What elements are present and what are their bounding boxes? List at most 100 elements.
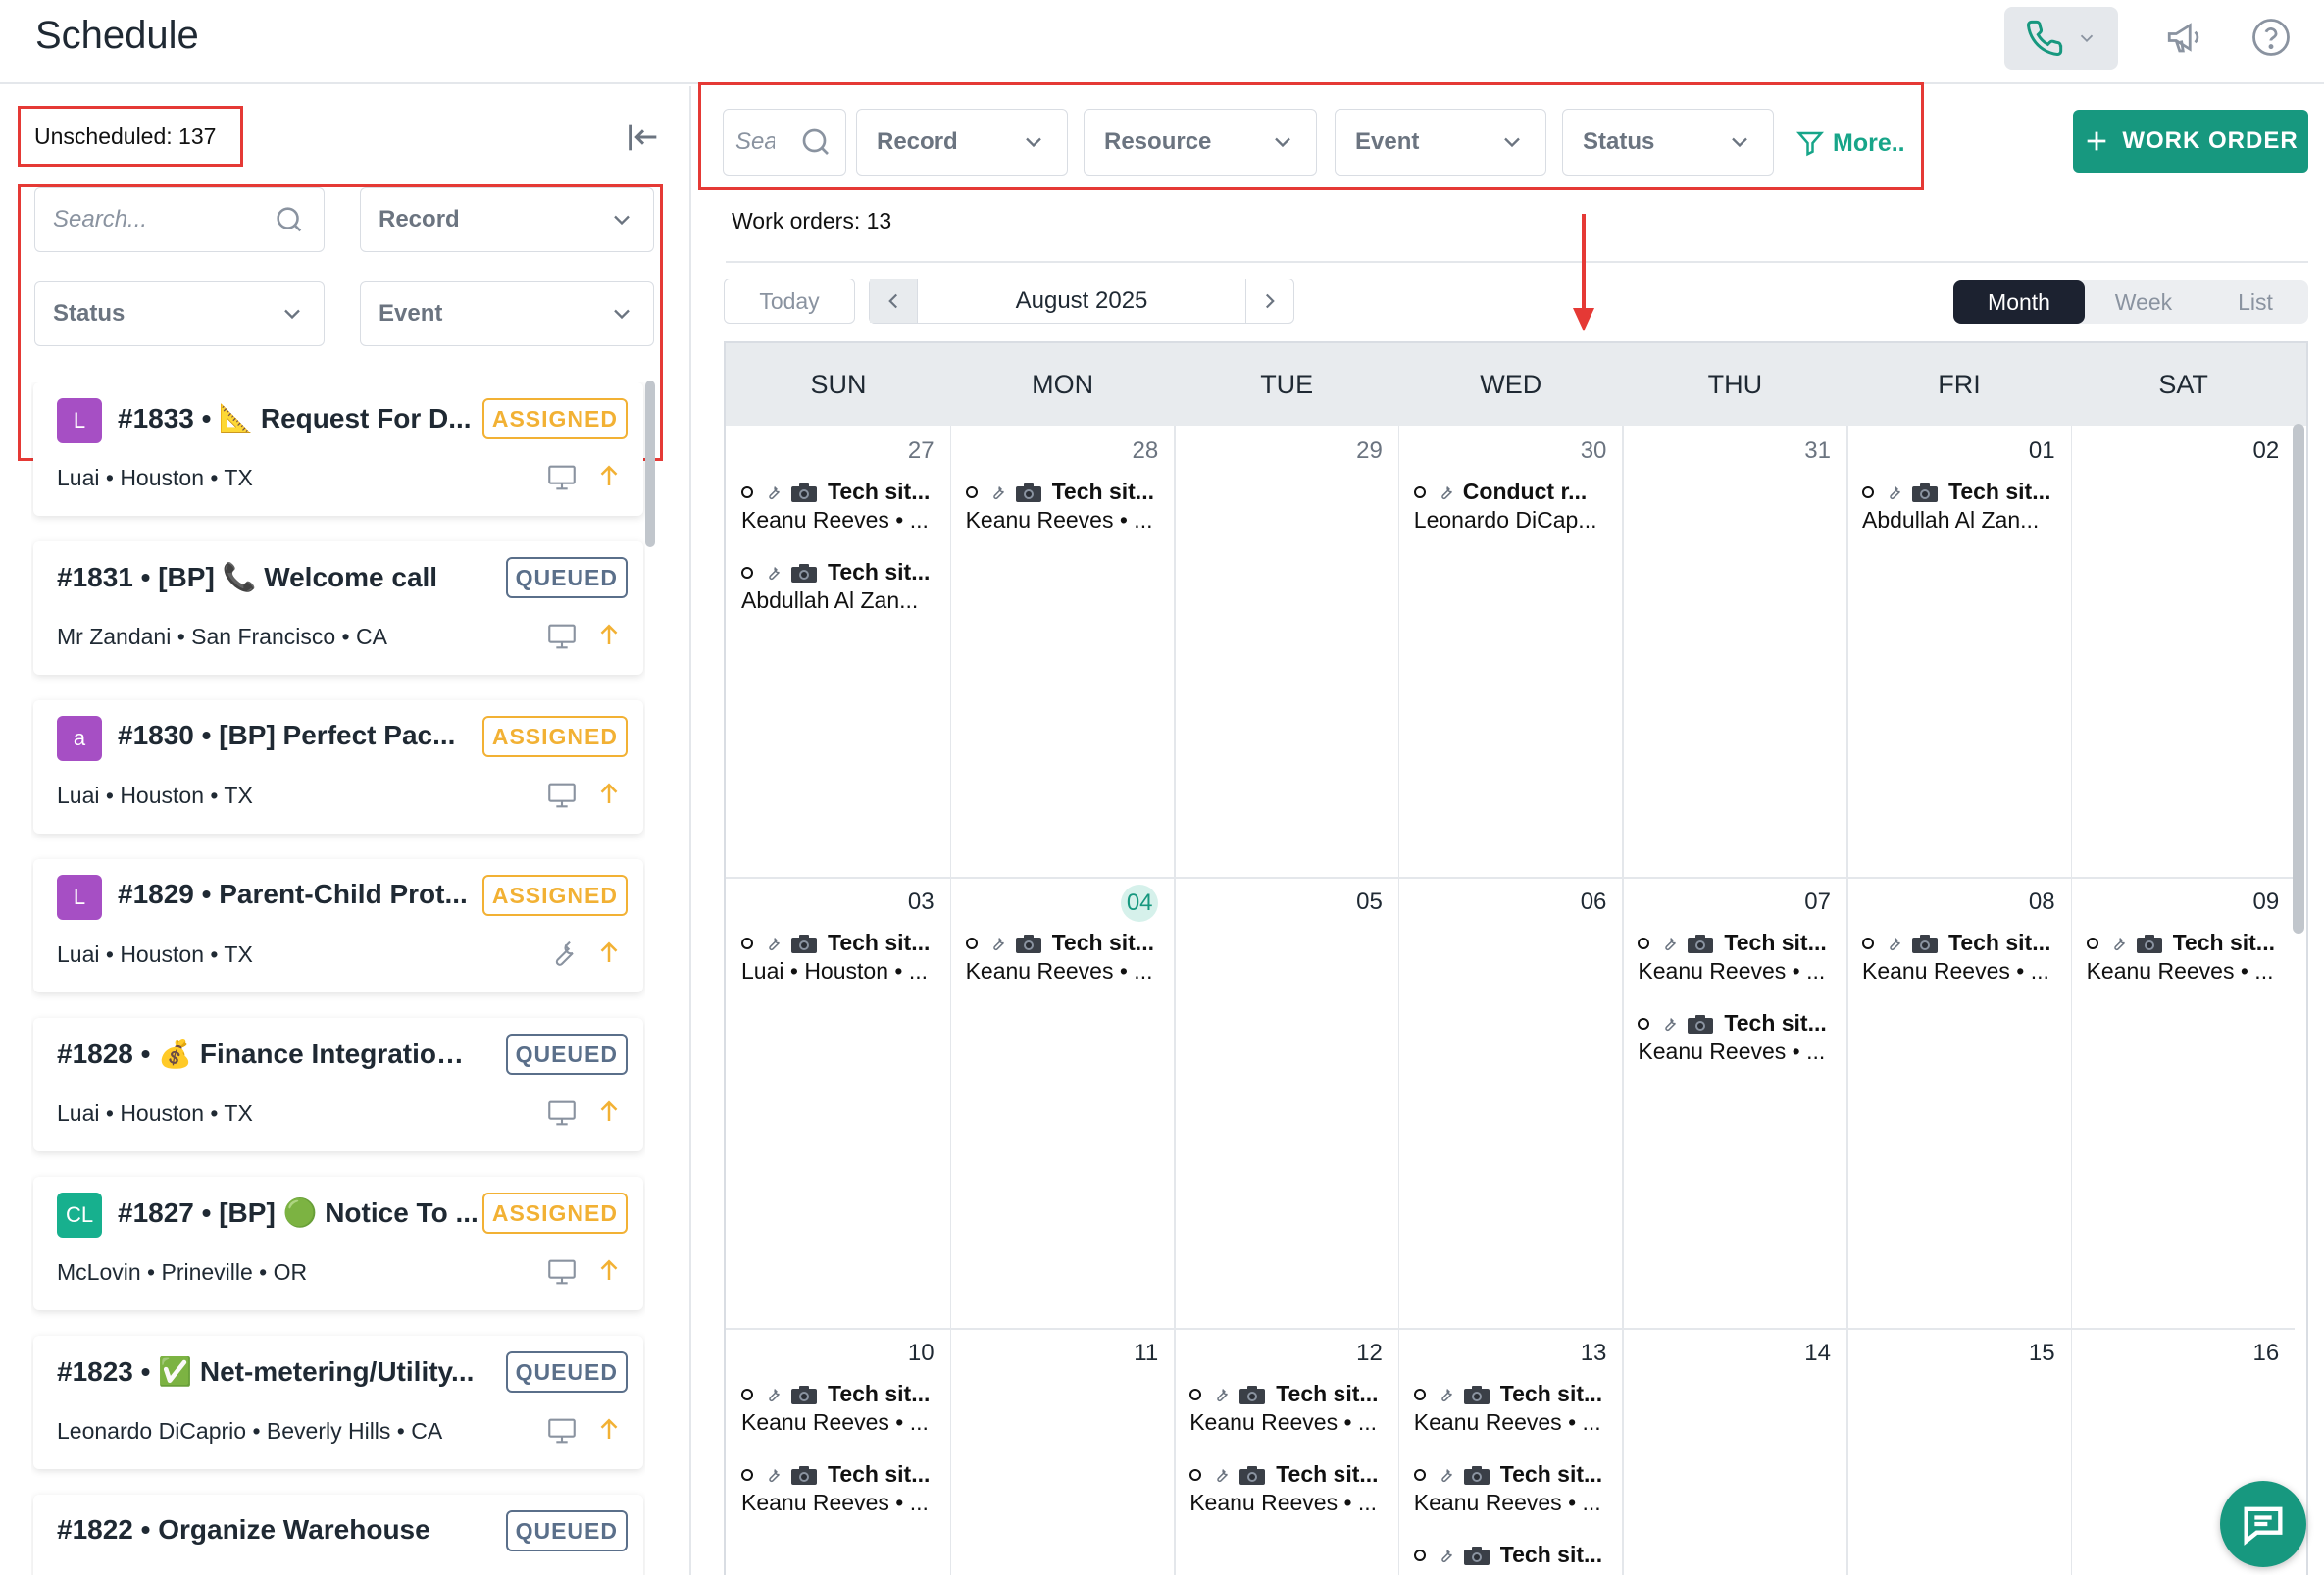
left-search-input[interactable]: Search...: [34, 187, 325, 252]
calendar-event[interactable]: Tech sit... Keanu Reeves • ...: [965, 479, 1172, 533]
status-badge: ASSIGNED: [481, 716, 628, 757]
calendar-event[interactable]: Tech sit... Keanu Reeves • ...: [1638, 1010, 1844, 1065]
next-month-button[interactable]: [1246, 279, 1293, 323]
day-number[interactable]: 03: [876, 889, 935, 916]
month-calendar: SUN MON TUE WED THU FRI SAT 27 Tech sit... Keanu…: [724, 341, 2308, 1575]
main-record-filter[interactable]: Record: [856, 109, 1068, 176]
view-list-tab[interactable]: List: [2202, 280, 2308, 324]
day-number[interactable]: 28: [1099, 437, 1158, 465]
left-status-filter[interactable]: Status: [34, 281, 325, 346]
work-order-card[interactable]: #1823 • ✅ Net-metering/Utility... QUEUED L…: [33, 1336, 643, 1469]
calendar-event[interactable]: Tech sit... Keanu Reeves • ...: [1862, 930, 2068, 985]
view-month-tab[interactable]: Month: [1953, 280, 2085, 324]
previous-month-button[interactable]: [870, 279, 917, 323]
calendar-event[interactable]: Tech sit... Keanu Reeves • ...: [741, 479, 947, 533]
wrench-icon: [763, 934, 786, 953]
day-number[interactable]: 27: [876, 437, 935, 465]
avatar: L: [57, 398, 102, 443]
event-title: Tech sit...: [1948, 930, 2051, 955]
camera-icon: [790, 933, 824, 954]
column-divider: [1622, 426, 1624, 1575]
day-number[interactable]: 02: [2220, 437, 2279, 465]
event-title: Tech sit...: [1051, 930, 1154, 955]
collapse-panel-icon[interactable]: [624, 118, 663, 157]
calendar-event[interactable]: Tech sit... Keanu Reeves • ...: [2086, 930, 2293, 985]
day-number[interactable]: 11: [1099, 1340, 1158, 1367]
work-order-card[interactable]: L #1829 • Parent-Child Prot... ASSIGNED Lua…: [33, 859, 643, 992]
left-event-label: Event: [379, 300, 443, 327]
day-number[interactable]: 14: [1772, 1340, 1831, 1367]
chevron-down-icon: [1275, 137, 1290, 148]
today-button[interactable]: Today: [724, 279, 855, 324]
left-event-filter[interactable]: Event: [360, 281, 654, 346]
wrench-icon: [1436, 1546, 1459, 1565]
work-order-card[interactable]: #1822 • Organize WarehouseQUEUEDLeonardo…: [33, 1495, 643, 1575]
day-number[interactable]: 15: [1996, 1340, 2055, 1367]
event-title: Tech sit...: [1499, 1542, 1603, 1567]
left-search-placeholder: Search...: [53, 206, 148, 232]
work-order-card[interactable]: #1828 • 💰 Finance Integration ... QUEUED L…: [33, 1018, 643, 1151]
main-search-input[interactable]: Search: [723, 109, 846, 176]
calendar-event[interactable]: Tech sit... Abdullah Al Zan...: [1862, 479, 2068, 533]
main-resource-filter[interactable]: Resource: [1084, 109, 1317, 176]
calendar-event[interactable]: Tech sit... Keanu Reeves • ...: [1189, 1381, 1395, 1436]
calendar-event[interactable]: Conduct r... Leonardo DiCap...: [1413, 479, 1620, 533]
chat-support-button[interactable]: [2220, 1481, 2306, 1567]
calendar-event[interactable]: Tech sit... Keanu Reeves • ...: [965, 930, 1172, 985]
main-status-label: Status: [1583, 128, 1655, 155]
camera-icon: [1687, 933, 1720, 954]
list-scrollbar[interactable]: [645, 381, 655, 547]
day-number[interactable]: 10: [876, 1340, 935, 1367]
phone-menu-button[interactable]: [2004, 7, 2118, 70]
day-number[interactable]: 01: [1996, 437, 2055, 465]
work-order-card[interactable]: L #1833 • 📐 Request For D... ASSIGNED Luai …: [33, 382, 643, 516]
work-order-card[interactable]: #1831 • [BP] 📞 Welcome call QUEUED Mr Zand…: [33, 541, 643, 675]
work-order-location: Leonardo DiCaprio • Beverly Hills • CA: [57, 1418, 443, 1444]
monitor-icon: [545, 1255, 579, 1289]
search-icon: [277, 207, 302, 232]
day-number[interactable]: 13: [1547, 1340, 1607, 1367]
calendar-event[interactable]: Tech sit... Luai • Houston • ...: [741, 930, 947, 985]
camera-icon: [790, 1384, 824, 1405]
wrench-icon: [763, 1465, 786, 1485]
day-number[interactable]: 30: [1547, 437, 1607, 465]
day-number[interactable]: 06: [1547, 889, 1607, 916]
work-order-list: L #1833 • 📐 Request For D... ASSIGNED Luai …: [31, 382, 645, 1575]
day-number[interactable]: 12: [1324, 1340, 1383, 1367]
work-order-location: Luai • Houston • TX: [57, 1100, 253, 1126]
main-status-filter[interactable]: Status: [1562, 109, 1774, 176]
left-record-filter[interactable]: Record: [360, 187, 654, 252]
work-order-card[interactable]: CL #1827 • [BP] 🟢 Notice To ... ASSIGNED Mc…: [33, 1177, 643, 1310]
calendar-event[interactable]: Tech sit... Keanu Reeves • ...: [1189, 1461, 1395, 1516]
annotation-arrow-icon: [1573, 214, 1594, 331]
megaphone-icon[interactable]: [2161, 14, 2208, 61]
wrench-icon: [763, 483, 786, 502]
day-number[interactable]: 04: [1121, 885, 1159, 922]
calendar-event[interactable]: Tech sit... Keanu Reeves • ...: [741, 1381, 947, 1436]
calendar-event[interactable]: Tech sit...: [1413, 1542, 1620, 1570]
calendar-event[interactable]: Tech sit... Keanu Reeves • ...: [1638, 930, 1844, 985]
calendar-event[interactable]: Tech sit... Abdullah Al Zan...: [741, 559, 947, 614]
day-number[interactable]: 07: [1772, 889, 1831, 916]
event-assignee: Keanu Reeves • ...: [1413, 1490, 1601, 1515]
day-number[interactable]: 29: [1324, 437, 1383, 465]
add-work-order-button[interactable]: WORK ORDER: [2073, 110, 2308, 173]
calendar-scrollbar[interactable]: [2293, 424, 2304, 934]
main-event-filter[interactable]: Event: [1335, 109, 1546, 176]
day-number[interactable]: 16: [2220, 1340, 2279, 1367]
event-title: Tech sit...: [1051, 479, 1154, 504]
day-number[interactable]: 31: [1772, 437, 1831, 465]
day-number[interactable]: 09: [2220, 889, 2279, 916]
calendar-event[interactable]: Tech sit... Keanu Reeves • ...: [741, 1461, 947, 1516]
event-title: Tech sit...: [1276, 1461, 1379, 1487]
help-icon[interactable]: [2248, 14, 2295, 61]
calendar-event[interactable]: Tech sit... Keanu Reeves • ...: [1413, 1381, 1620, 1436]
view-week-tab[interactable]: Week: [2085, 280, 2202, 324]
work-order-card[interactable]: a #1830 • [BP] Perfect Pac... ASSIGNED Luai…: [33, 700, 643, 834]
day-number[interactable]: 05: [1324, 889, 1383, 916]
add-work-order-label: WORK ORDER: [2122, 127, 2299, 154]
day-number[interactable]: 08: [1996, 889, 2055, 916]
weekday-label: FRI: [1938, 369, 1981, 399]
more-filters-link[interactable]: More..: [1795, 128, 1905, 158]
calendar-event[interactable]: Tech sit... Keanu Reeves • ...: [1413, 1461, 1620, 1516]
